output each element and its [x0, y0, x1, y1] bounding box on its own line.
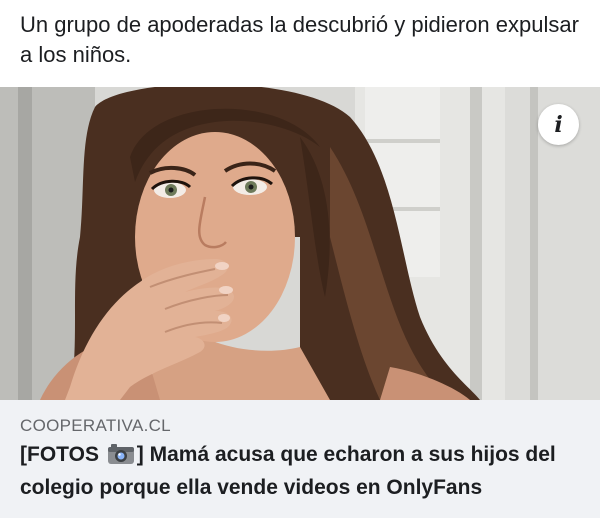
link-domain: COOPERATIVA.CL	[20, 416, 171, 435]
post-text: Un grupo de apoderadas la descubrió y pi…	[20, 12, 579, 67]
article-photo-image	[0, 87, 600, 400]
headline-prefix: [FOTOS	[20, 443, 99, 466]
article-photo[interactable]	[0, 87, 600, 400]
link-headline[interactable]: [FOTOS ] Mamá acusa que echaron a sus hi…	[20, 440, 585, 502]
info-icon[interactable]: i	[538, 104, 579, 145]
link-preview-card[interactable]: COOPERATIVA.CL [FOTOS ] Mamá acusa que e…	[0, 400, 600, 518]
camera-icon	[107, 443, 135, 473]
headline-text: ] Mamá acusa que echaron a sus hijos del…	[20, 443, 556, 499]
